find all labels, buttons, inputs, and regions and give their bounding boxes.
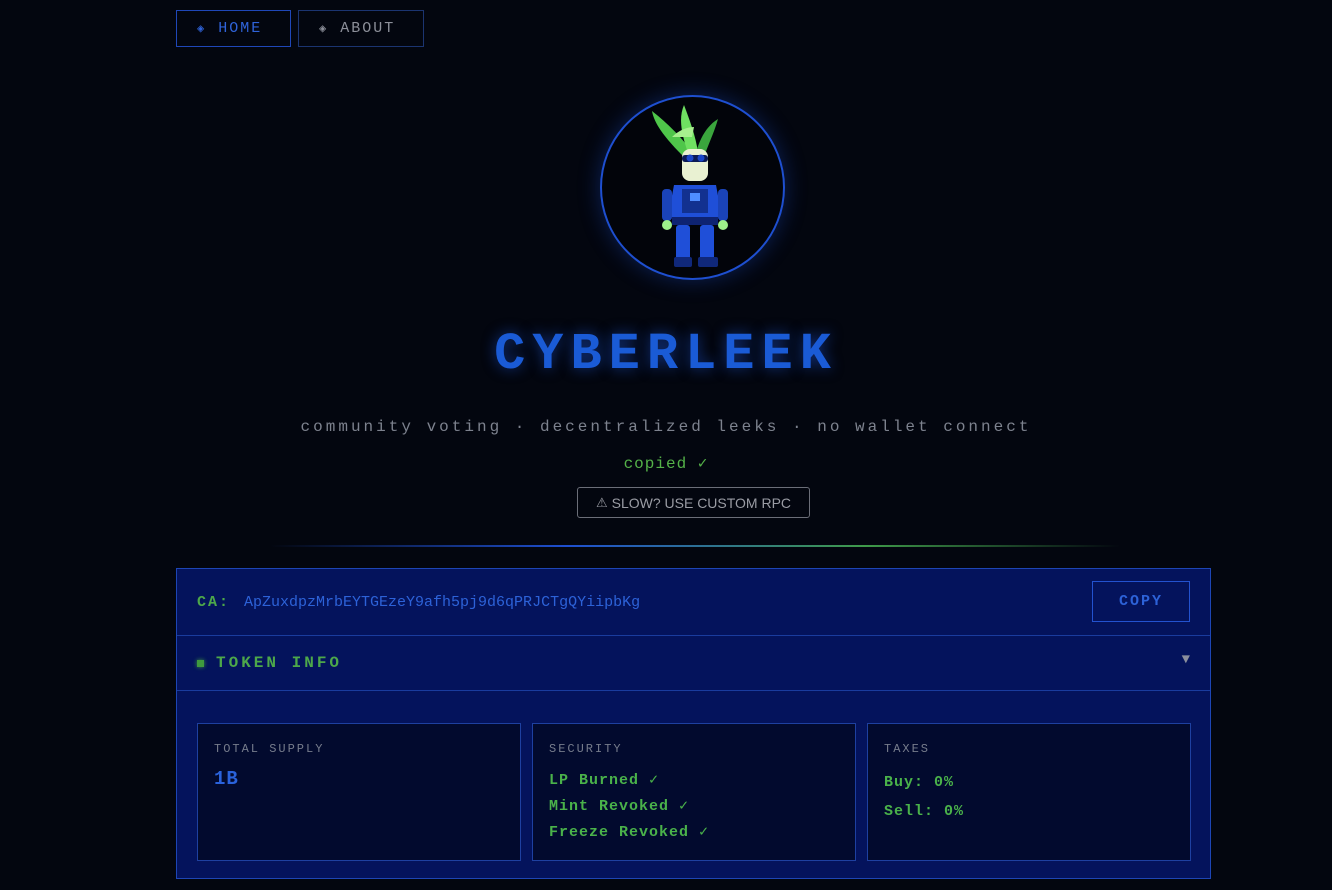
total-supply-card: TOTAL SUPPLY 1B [197, 723, 521, 861]
copy-button[interactable]: COPY [1092, 581, 1190, 622]
custom-rpc-button[interactable]: ⚠ SLOW? USE CUSTOM RPC [577, 487, 810, 518]
diamond-icon: ◈ [319, 22, 329, 36]
nav-home-button[interactable]: ◈ HOME [176, 10, 291, 47]
contract-address-value[interactable]: ApZuxdpzMrbEYTGEzeY9afh5pj9d6qPRJCTgQYii… [244, 594, 640, 611]
security-item-mint-revoked: Mint Revoked ✓ [549, 798, 690, 815]
custom-rpc-label: SLOW? USE CUSTOM RPC [611, 494, 792, 511]
tagline: community voting · decentralized leeks ·… [300, 418, 1032, 436]
top-nav: ◈ HOME ◈ ABOUT [176, 10, 424, 47]
buy-tax: Buy: 0% [884, 774, 955, 791]
total-supply-value: 1B [214, 768, 239, 790]
contract-address-label: CA: [197, 593, 231, 611]
leek-mascot-illustration [652, 105, 728, 267]
token-panel: CA: ApZuxdpzMrbEYTGEzeY9afh5pj9d6qPRJCTg… [176, 568, 1211, 879]
chevron-down-icon: ▼ [1181, 652, 1190, 668]
token-info-toggle[interactable]: TOKEN INFO ▼ [177, 636, 1210, 691]
security-card: SECURITY LP Burned ✓ Mint Revoked ✓ Free… [532, 723, 856, 861]
security-label: SECURITY [549, 742, 623, 756]
mascot-avatar [600, 95, 785, 280]
total-supply-label: TOTAL SUPPLY [214, 742, 325, 756]
security-item-lp-burned: LP Burned ✓ [549, 772, 660, 789]
nav-about-button[interactable]: ◈ ABOUT [298, 10, 424, 47]
taxes-card: TAXES Buy: 0% Sell: 0% [867, 723, 1191, 861]
taxes-label: TAXES [884, 742, 931, 756]
token-info-cards: TOTAL SUPPLY 1B SECURITY LP Burned ✓ Min… [197, 723, 1191, 861]
gradient-divider [270, 545, 1120, 547]
copied-status: copied ✓ [623, 455, 709, 473]
square-bullet-icon [197, 659, 204, 667]
token-info-header: TOKEN INFO [216, 654, 343, 672]
contract-address-row: CA: ApZuxdpzMrbEYTGEzeY9afh5pj9d6qPRJCTg… [177, 569, 1210, 636]
page-title: CYBERLEEK [494, 325, 838, 384]
nav-home-label: HOME [218, 20, 263, 37]
sell-tax: Sell: 0% [884, 803, 965, 820]
diamond-icon: ◈ [197, 22, 207, 36]
nav-about-label: ABOUT [340, 20, 396, 37]
warning-icon: ⚠ [595, 494, 608, 510]
security-item-freeze-revoked: Freeze Revoked ✓ [549, 824, 710, 841]
